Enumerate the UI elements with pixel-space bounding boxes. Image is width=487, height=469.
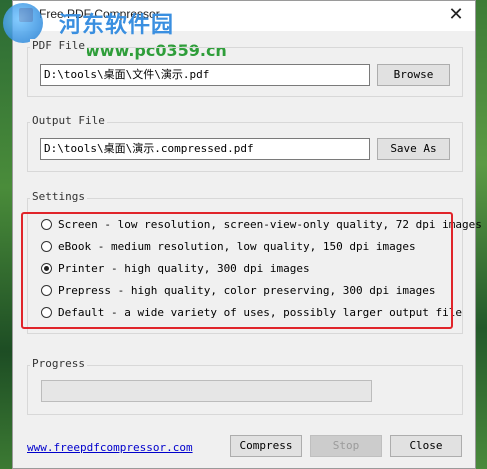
progress-label: Progress xyxy=(30,357,87,370)
output-file-input[interactable]: D:\tools\桌面\演示.compressed.pdf xyxy=(40,138,370,160)
close-window-button[interactable]: ✕ xyxy=(437,1,475,29)
close-button[interactable]: Close xyxy=(390,435,462,457)
compress-button[interactable]: Compress xyxy=(230,435,302,457)
pdf-file-label: PDF File xyxy=(30,39,87,52)
browse-button[interactable]: Browse xyxy=(377,64,450,86)
output-file-label: Output File xyxy=(30,114,107,127)
app-window: Free PDF Compressor ✕ 河东软件园 www.pc0359.c… xyxy=(3,0,482,469)
website-link[interactable]: www.freepdfcompressor.com xyxy=(27,441,193,454)
highlight-box xyxy=(21,212,453,329)
watermark-text: 河东软件园 xyxy=(59,13,175,38)
settings-label: Settings xyxy=(30,190,87,203)
save-as-button[interactable]: Save As xyxy=(377,138,450,160)
progress-bar xyxy=(41,380,372,402)
watermark-logo-icon xyxy=(3,3,43,43)
stop-button[interactable]: Stop xyxy=(310,435,382,457)
pdf-file-input[interactable]: D:\tools\桌面\文件\演示.pdf xyxy=(40,64,370,86)
